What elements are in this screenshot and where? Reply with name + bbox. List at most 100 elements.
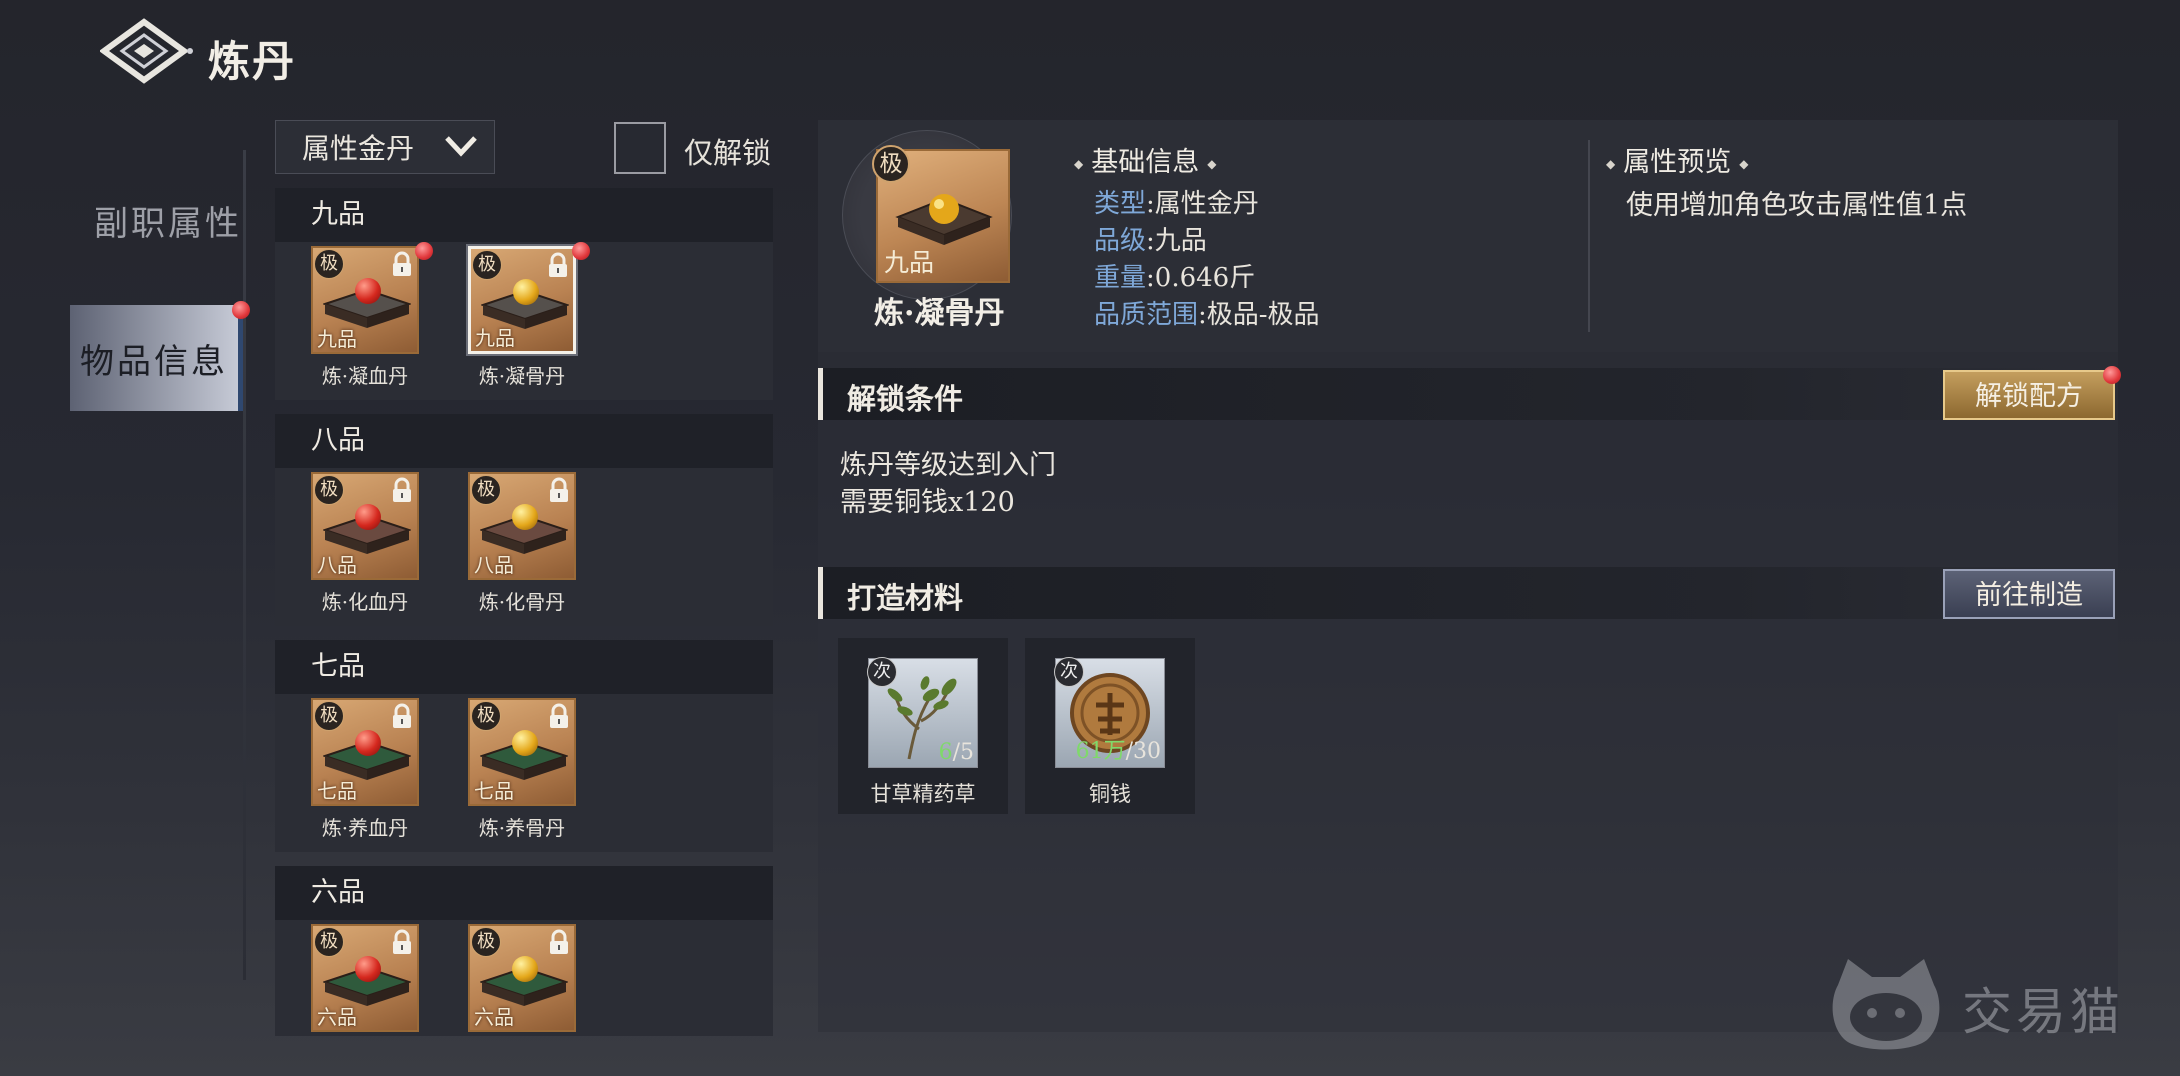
grade-label: 七品 [474, 779, 514, 803]
tier-badge: 极 [314, 475, 344, 505]
material-name: 甘草精药草 [870, 782, 976, 806]
recipe-item-icon: 极九品 [311, 246, 419, 354]
tier-badge: 极 [471, 475, 501, 505]
material-count: 61万/30 [1075, 739, 1161, 764]
category-dropdown[interactable]: 属性金丹 [275, 120, 495, 174]
recipe-item-icon: 极六品 [311, 924, 419, 1032]
recipe-item-icon: 极八品 [311, 472, 419, 580]
notification-dot [232, 301, 250, 319]
watermark-text: 交易猫 [1962, 983, 2124, 1041]
tier-badge: 极 [471, 927, 501, 957]
recipe-item-name: 炼·养骨丹 [478, 816, 566, 840]
field-grade: 品级:九品 [1094, 226, 1207, 256]
crafting-materials-header: 打造材料 [818, 567, 2118, 619]
lock-icon [549, 252, 567, 277]
tier-badge: 极 [872, 145, 910, 183]
pill-icon [355, 730, 381, 756]
recipe-group: 九品极九品 炼·凝血丹极九品 炼·凝骨丹 [275, 188, 773, 400]
tier-badge: 极 [471, 701, 501, 731]
nav-item-item-info[interactable]: 物品信息 [70, 301, 250, 411]
field-type: 类型:属性金丹 [1094, 189, 1259, 219]
divider [1588, 140, 1590, 332]
lock-icon [393, 477, 411, 502]
recipe-item-icon: 极九品 [468, 246, 576, 354]
pill-icon [355, 956, 381, 982]
recipe-item-name: 炼·凝骨丹 [478, 364, 566, 388]
recipe-item-name: 炼·凝血丹 [321, 364, 409, 388]
recipe-group-header: 九品 [275, 188, 773, 242]
grade-label: 八品 [474, 553, 514, 577]
grade-label: 八品 [317, 553, 357, 577]
recipe-group: 八品极八品 炼·化血丹极八品 炼·化骨丹 [275, 414, 773, 626]
tier-badge: 极 [314, 927, 344, 957]
field-quality-range: 品质范围:极品-极品 [1094, 300, 1320, 330]
lock-icon [393, 703, 411, 728]
recipe-group: 七品极七品 炼·养血丹极七品 炼·养骨丹 [275, 640, 773, 852]
recipe-group-header: 六品 [275, 866, 773, 920]
grade-label: 九品 [475, 326, 515, 350]
lock-icon [393, 929, 411, 954]
unlock-recipe-button[interactable]: 解锁配方 [1943, 366, 2121, 420]
coin-icon: 次 61万/30 [1054, 657, 1165, 768]
recipe-list[interactable]: 九品极九品 炼·凝血丹极九品 炼·凝骨丹 八品极八品 炼·化血丹极八品 炼·化骨丹 七品极七… [275, 188, 773, 1036]
only-unlocked-checkbox[interactable] [614, 122, 666, 174]
notification-dot [415, 242, 433, 260]
back-arrow-icon [98, 18, 193, 84]
unlock-conditions-header: 解锁条件 [818, 368, 2118, 420]
notification-dot [2103, 366, 2121, 384]
nav-item-profession-attributes[interactable]: 副职属性 [94, 196, 242, 245]
page-title: 炼丹 [208, 37, 297, 86]
pill-icon [512, 956, 538, 982]
recipe-item-name: 炼·化骨丹 [478, 590, 566, 614]
material-name: 铜钱 [1089, 782, 1131, 806]
grade-label: 九品 [317, 327, 357, 351]
dropdown-value: 属性金丹 [302, 132, 415, 165]
recipe-group: 六品极六品极六品 [275, 866, 773, 1036]
attribute-preview-title: 属性预览 [1606, 140, 1748, 179]
material-count: 6/5 [938, 740, 974, 765]
tier-badge: 次 [867, 657, 897, 687]
grade-label: 九品 [884, 248, 935, 277]
recipe-item-icon: 极七品 [468, 698, 576, 806]
lock-icon [550, 703, 568, 728]
watermark-cat-logo-icon [1832, 959, 1940, 1050]
notification-dot [572, 242, 590, 260]
material-slot-herb[interactable]: 次 6/5 甘草精药草 [838, 638, 1008, 814]
recipe-group-header: 八品 [275, 414, 773, 468]
recipe-item-icon: 极八品 [468, 472, 576, 580]
attribute-preview-text: 使用增加角色攻击属性值1点 [1626, 190, 1968, 221]
material-slot-coin[interactable]: 次 61万/30 铜钱 [1025, 638, 1195, 814]
grade-label: 六品 [317, 1005, 357, 1029]
lock-icon [550, 477, 568, 502]
chevron-down-icon [445, 136, 477, 157]
recipe-item-icon: 极六品 [468, 924, 576, 1032]
herb-icon: 次 6/5 [867, 657, 978, 768]
pill-icon [355, 504, 381, 530]
recipe-group-header: 七品 [275, 640, 773, 694]
pill-icon [355, 278, 381, 304]
recipe-item-name: 炼·养血丹 [321, 816, 409, 840]
tier-badge: 极 [314, 701, 344, 731]
grade-label: 六品 [474, 1005, 514, 1029]
item-info-box [818, 120, 2118, 352]
tier-badge: 极 [472, 250, 502, 280]
nav-item-label: 物品信息 [80, 341, 228, 382]
recipe-item-name: 炼·化血丹 [321, 590, 409, 614]
selected-item-icon: 极 九品 [872, 145, 1010, 283]
pill-icon [512, 504, 538, 530]
recipe-item-icon: 极七品 [311, 698, 419, 806]
nav-divider [243, 150, 246, 980]
unlock-condition: 需要铜钱x120 [840, 487, 1015, 518]
lock-icon [393, 251, 411, 276]
selected-item-name: 炼·凝骨丹 [874, 296, 1005, 331]
tier-badge: 极 [314, 249, 344, 279]
basic-info-title: 基础信息 [1074, 140, 1216, 179]
tier-badge: 次 [1054, 657, 1084, 687]
go-craft-button[interactable]: 前往制造 [1943, 569, 2115, 619]
lock-icon [550, 929, 568, 954]
only-unlocked-label: 仅解锁 [684, 136, 772, 170]
unlock-condition: 炼丹等级达到入门 [840, 450, 1056, 481]
back-button[interactable] [98, 18, 196, 84]
field-weight: 重量:0.646斤 [1094, 263, 1256, 293]
grade-label: 七品 [317, 779, 357, 803]
